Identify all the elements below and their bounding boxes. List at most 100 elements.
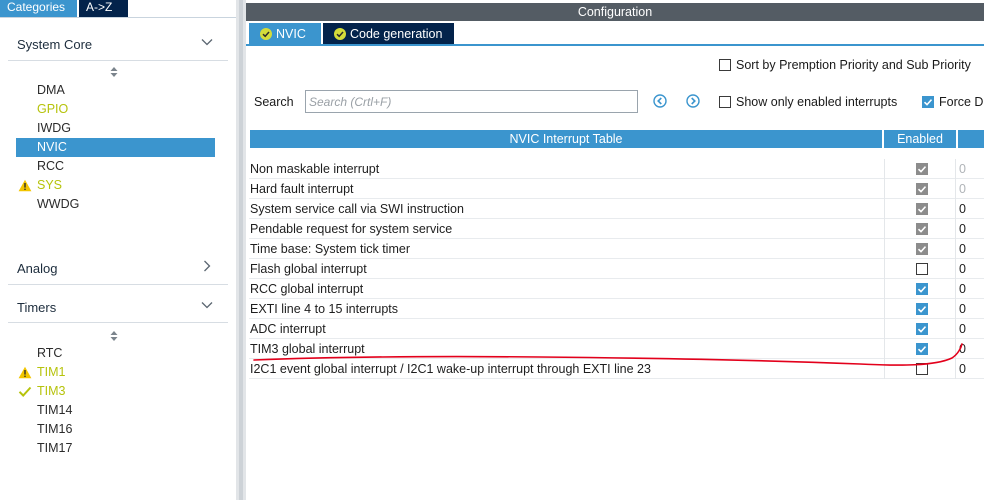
priority-value[interactable]: 0 xyxy=(959,202,966,216)
section-analog[interactable]: Analog xyxy=(0,252,236,284)
priority-value[interactable]: 0 xyxy=(959,322,966,336)
table-row[interactable]: RCC global interrupt 0 xyxy=(249,279,984,299)
priority-value[interactable]: 0 xyxy=(959,262,966,276)
chevron-right-icon[interactable] xyxy=(200,259,214,273)
sidebar-item-sys[interactable]: SYS xyxy=(16,176,215,195)
sidebar-item-dma[interactable]: DMA xyxy=(16,81,215,100)
category-tabs: Categories A->Z xyxy=(0,0,236,17)
table-row[interactable]: Pendable request for system service 0 xyxy=(249,219,984,239)
tab-code-generation[interactable]: Code generation xyxy=(323,23,454,45)
tab-categories[interactable]: Categories xyxy=(0,0,77,17)
circle-arrow-right-icon[interactable] xyxy=(686,94,700,108)
enabled-cell xyxy=(884,339,956,359)
sort-arrows-icon[interactable] xyxy=(108,65,120,79)
tab-nvic[interactable]: NVIC xyxy=(249,23,321,45)
enabled-checkbox[interactable] xyxy=(916,343,928,355)
sidebar-item-label: TIM16 xyxy=(37,422,73,436)
enabled-cell xyxy=(884,239,956,259)
configuration-title: Configuration xyxy=(246,3,984,21)
scrollbar[interactable] xyxy=(239,0,243,500)
tab-a-z[interactable]: A->Z xyxy=(79,0,128,17)
priority-value[interactable]: 0 xyxy=(959,222,966,236)
enabled-checkbox[interactable] xyxy=(916,323,928,335)
interrupt-name: Time base: System tick timer xyxy=(250,242,410,256)
priority-value[interactable]: 0 xyxy=(959,342,966,356)
chevron-down-icon[interactable] xyxy=(200,35,214,49)
priority-value[interactable]: 0 xyxy=(959,362,966,376)
table-row[interactable]: Non maskable interrupt 0 xyxy=(249,159,984,179)
enabled-checkbox[interactable] xyxy=(916,263,928,275)
sidebar-item-nvic[interactable]: NVIC xyxy=(16,138,215,157)
sort-arrows-icon[interactable] xyxy=(108,329,120,343)
priority-value[interactable]: 0 xyxy=(959,242,966,256)
interrupt-name: System service call via SWI instruction xyxy=(250,202,464,216)
divider xyxy=(8,284,228,285)
table-row[interactable]: System service call via SWI instruction 0 xyxy=(249,199,984,219)
enabled-cell xyxy=(884,319,956,339)
sidebar-item-tim3[interactable]: TIM3 xyxy=(16,382,215,401)
nvic-table: Non maskable interrupt 0 Hard fault interr… xyxy=(249,159,984,380)
show-enabled-checkbox[interactable] xyxy=(719,96,731,108)
sidebar-item-tim1[interactable]: TIM1 xyxy=(16,363,215,382)
sidebar-item-wwdg[interactable]: WWDG xyxy=(16,195,215,214)
table-row[interactable]: Time base: System tick timer 0 xyxy=(249,239,984,259)
interrupt-name: Flash global interrupt xyxy=(250,262,367,276)
interrupt-name: Hard fault interrupt xyxy=(250,182,354,196)
priority-value[interactable]: 0 xyxy=(959,182,966,196)
enabled-checkbox xyxy=(916,203,928,215)
section-timers[interactable]: Timers xyxy=(0,291,236,323)
table-row[interactable]: EXTI line 4 to 15 interrupts 0 xyxy=(249,299,984,319)
enabled-cell xyxy=(884,279,956,299)
sort-priority-label: Sort by Premption Priority and Sub Prior… xyxy=(736,58,971,72)
enabled-checkbox xyxy=(916,223,928,235)
sidebar-item-tim17[interactable]: TIM17 xyxy=(16,439,215,458)
search-input[interactable] xyxy=(305,90,638,113)
section-timers-title: Timers xyxy=(17,300,57,315)
enabled-checkbox[interactable] xyxy=(916,363,928,375)
table-row[interactable]: Hard fault interrupt 0 xyxy=(249,179,984,199)
table-row[interactable]: TIM3 global interrupt 0 xyxy=(249,339,984,359)
sidebar-item-rcc[interactable]: RCC xyxy=(16,157,215,176)
force-label: Force D xyxy=(939,95,984,109)
priority-value[interactable]: 0 xyxy=(959,282,966,296)
sidebar-item-label: RCC xyxy=(37,159,65,173)
enabled-cell xyxy=(884,359,956,379)
section-system-core[interactable]: System Core xyxy=(0,28,236,60)
warning-triangle-icon xyxy=(18,179,32,192)
priority-value[interactable]: 0 xyxy=(959,302,966,316)
sort-priority-checkbox[interactable] xyxy=(719,59,731,71)
sidebar-item-label: RTC xyxy=(37,346,63,360)
sidebar-item-label: TIM1 xyxy=(37,365,66,379)
tab-code-generation-label: Code generation xyxy=(350,27,443,41)
left-panel: Categories A->Z System Core DMA GPIO IWDG N… xyxy=(0,0,236,500)
sidebar-item-label: IWDG xyxy=(37,121,72,135)
force-checkbox[interactable] xyxy=(922,96,934,108)
sidebar-item-iwdg[interactable]: IWDG xyxy=(16,119,215,138)
interrupt-name: Non maskable interrupt xyxy=(250,162,380,176)
enabled-checkbox[interactable] xyxy=(916,283,928,295)
chevron-down-icon[interactable] xyxy=(200,298,214,312)
interrupt-name: TIM3 global interrupt xyxy=(250,342,365,356)
sidebar-item-label: NVIC xyxy=(37,140,67,154)
sidebar-item-tim16[interactable]: TIM16 xyxy=(16,420,215,439)
enabled-cell xyxy=(884,219,956,239)
table-row[interactable]: ADC interrupt 0 xyxy=(249,319,984,339)
enabled-cell xyxy=(884,299,956,319)
interrupt-name: ADC interrupt xyxy=(250,322,326,336)
circle-arrow-left-icon[interactable] xyxy=(653,94,667,108)
sidebar-item-rtc[interactable]: RTC xyxy=(16,344,215,363)
column-header-priority[interactable] xyxy=(958,130,984,148)
column-header-name[interactable]: NVIC Interrupt Table xyxy=(250,130,882,148)
table-row[interactable]: Flash global interrupt 0 xyxy=(249,259,984,279)
enabled-checkbox[interactable] xyxy=(916,303,928,315)
priority-value[interactable]: 0 xyxy=(959,162,966,176)
sidebar-item-gpio[interactable]: GPIO xyxy=(16,100,215,119)
checkmark-icon xyxy=(334,28,346,40)
sidebar-item-label: TIM17 xyxy=(37,441,73,455)
section-analog-title: Analog xyxy=(17,261,58,276)
table-row[interactable]: I2C1 event global interrupt / I2C1 wake-… xyxy=(249,359,984,379)
sidebar-item-tim14[interactable]: TIM14 xyxy=(16,401,215,420)
enabled-checkbox xyxy=(916,163,928,175)
column-header-enabled[interactable]: Enabled xyxy=(884,130,956,148)
checkmark-icon xyxy=(260,28,272,40)
